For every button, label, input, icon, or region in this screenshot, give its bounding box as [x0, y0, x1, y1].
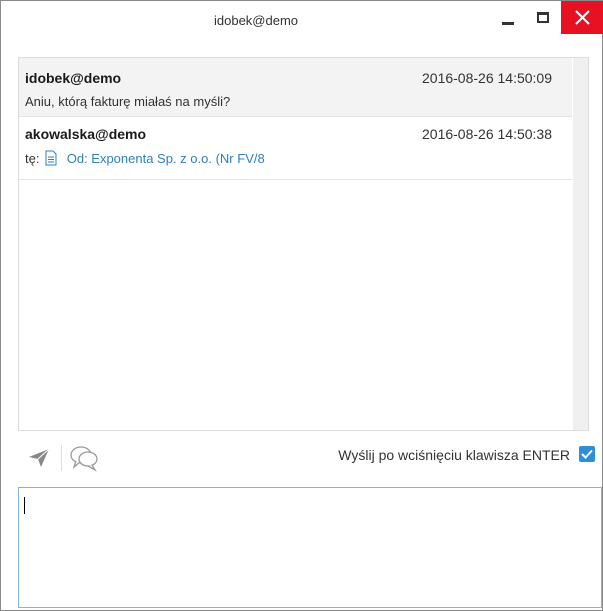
- minimize-button[interactable]: [491, 1, 523, 34]
- message-prefix: tę:: [25, 151, 40, 166]
- checkmark-icon: [581, 449, 593, 459]
- window-title: idobek@demo: [213, 13, 299, 28]
- document-icon[interactable]: [45, 150, 57, 166]
- send-on-enter-checkbox[interactable]: [579, 446, 595, 462]
- message-timestamp: 2016-08-26 14:50:38: [422, 126, 552, 142]
- message-text: tę: Od: Exponenta Sp. z o.o. (Nr FV/8: [25, 150, 265, 166]
- toolbar-divider: [61, 445, 62, 471]
- message-input[interactable]: [18, 487, 602, 608]
- attachment-link[interactable]: Od: Exponenta Sp. z o.o. (Nr FV/8: [67, 151, 265, 166]
- chat-window: idobek@demo idobek@demo 2016-08-26 14:50…: [0, 0, 603, 611]
- title-bar[interactable]: idobek@demo: [1, 1, 603, 45]
- send-on-enter-label: Wyślij po wciśnięciu klawisza ENTER: [338, 447, 570, 463]
- minimize-icon: [502, 22, 514, 25]
- send-icon[interactable]: [28, 448, 50, 468]
- message-item: idobek@demo 2016-08-26 14:50:09 Aniu, kt…: [19, 58, 572, 117]
- close-icon: [575, 10, 590, 25]
- text-caret: [24, 497, 25, 514]
- message-text: Aniu, którą fakturę miałaś na myśli?: [25, 94, 231, 109]
- maximize-icon: [537, 12, 549, 23]
- message-timestamp: 2016-08-26 14:50:09: [422, 70, 552, 86]
- message-list[interactable]: idobek@demo 2016-08-26 14:50:09 Aniu, kt…: [18, 57, 589, 431]
- message-sender: idobek@demo: [25, 70, 122, 86]
- close-button[interactable]: [561, 1, 603, 34]
- chat-toolbar: Wyślij po wciśnięciu klawisza ENTER: [18, 441, 603, 475]
- chat-bubbles-icon[interactable]: [69, 444, 99, 472]
- maximize-button[interactable]: [527, 1, 557, 34]
- scrollbar[interactable]: [573, 58, 588, 430]
- message-sender: akowalska@demo: [25, 126, 147, 142]
- message-item: akowalska@demo 2016-08-26 14:50:38 tę: O…: [19, 117, 572, 180]
